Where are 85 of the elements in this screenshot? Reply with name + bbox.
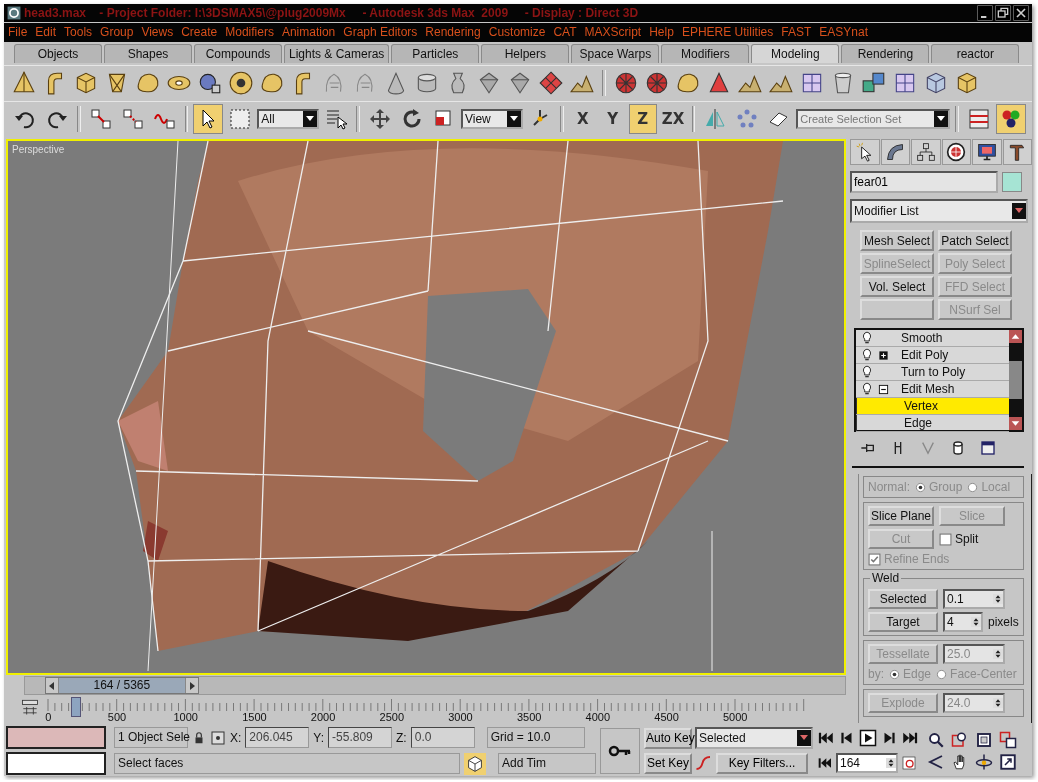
tick-label: 2500 — [378, 711, 405, 724]
menu-item[interactable]: Graph Editors — [343, 25, 418, 40]
axis-button[interactable]: ZX — [658, 103, 687, 134]
coordinate-field[interactable]: 206.045 — [245, 727, 310, 749]
coordinate-label: Z: — [396, 730, 407, 745]
time-slider-thumb[interactable]: 164 / 5365 — [44, 677, 199, 695]
modifier-button[interactable]: Mesh Select — [860, 230, 934, 252]
menu-item[interactable]: Help — [649, 25, 674, 40]
toolbar-tab[interactable]: Space Warps — [571, 44, 660, 64]
window-title: head3.max - Project Folder: I:\3DSMAX5\@plug2009Mx - Autodesk 3ds Max 2009 - Display : Direct 3D — [24, 5, 640, 20]
tick-label: 4500 — [653, 711, 680, 724]
field-label: by: — [868, 667, 884, 682]
rollout-button[interactable]: Target — [868, 612, 938, 633]
menu-item[interactable]: Views — [141, 25, 174, 40]
unit-label: pixels — [988, 615, 1019, 630]
axis-button[interactable]: X — [568, 103, 597, 134]
rollout-button[interactable]: Selected — [868, 589, 938, 610]
checkbox[interactable]: Split — [939, 532, 979, 547]
tick-label: 3500 — [515, 711, 543, 724]
spinner-field[interactable]: 0.1 — [943, 589, 1005, 610]
menu-item[interactable]: EPHERE Utilities — [681, 25, 774, 40]
selection-count-field: 1 Object Sele — [114, 727, 188, 749]
spinner-field[interactable]: 164 — [836, 753, 898, 774]
modifier-stack-item[interactable]: Smooth — [856, 330, 1009, 348]
toolbar-tab[interactable]: Rendering — [841, 44, 930, 64]
toolbar-tab[interactable]: Shapes — [104, 44, 192, 64]
toolbar-tab[interactable]: Modifiers — [661, 44, 750, 64]
menu-item[interactable]: FAST — [781, 25, 812, 40]
toolbar-tab[interactable]: Objects — [14, 44, 102, 64]
tick-label: 500 — [106, 711, 128, 724]
time-slider[interactable]: 164 / 5365 — [24, 676, 846, 696]
toolbar-tab[interactable]: Compounds — [194, 44, 282, 64]
toolbar-tab[interactable]: Lights & Cameras — [284, 44, 390, 64]
axis-button[interactable]: Z — [628, 103, 657, 134]
add-time-tag-field[interactable]: Add Tim — [498, 753, 596, 775]
modifier-list-dropdown[interactable]: Modifier List — [850, 199, 1028, 224]
menu-item[interactable]: Customize — [488, 25, 546, 40]
tick-label: 3000 — [447, 711, 474, 724]
field-label: Normal: — [868, 480, 910, 495]
menu-item[interactable]: Modifiers — [225, 25, 274, 40]
frame-counter: 164 / 5365 — [58, 678, 185, 694]
toolbar-tab[interactable]: reactor — [931, 44, 1020, 64]
tick-label: 0 — [44, 711, 53, 724]
modifier-button[interactable]: Patch Select — [938, 230, 1012, 252]
viewport-label: Perspective — [12, 144, 65, 156]
coordinate-label: Y: — [313, 730, 325, 745]
coordinate-field[interactable]: -55.809 — [328, 727, 393, 749]
spinner-field[interactable]: 4 — [943, 612, 983, 633]
menu-item[interactable]: Group — [100, 25, 134, 40]
menu-item[interactable]: File — [8, 25, 28, 40]
key-filters-button[interactable]: Key Filters... — [716, 752, 808, 774]
modifier-button[interactable]: Vol. Select — [860, 276, 934, 298]
menu-item[interactable]: Rendering — [425, 25, 481, 40]
object-name-field[interactable]: fear01 — [850, 171, 998, 194]
modifier-stack-item[interactable]: Edit Poly — [856, 347, 1009, 365]
menu-item[interactable]: MAXScript — [584, 25, 642, 40]
tick-label: 1500 — [241, 711, 268, 724]
tick-label: 5000 — [721, 711, 749, 724]
dropdown[interactable]: All — [257, 108, 320, 129]
key-mode-dropdown[interactable]: Selected — [695, 727, 813, 750]
modifier-stack-item[interactable]: Vertex — [856, 398, 1009, 416]
tick-label: 4000 — [584, 711, 612, 724]
prompt-field: Select faces — [114, 753, 460, 775]
modifier-stack-item[interactable]: Turn to Poly — [856, 364, 1009, 382]
grid-size-field: Grid = 10.0 — [486, 727, 585, 749]
set-key-button[interactable]: Set Key — [644, 752, 692, 774]
toolbar-tab[interactable]: Modeling — [751, 44, 840, 64]
toolbar-tab[interactable]: Particles — [391, 44, 480, 64]
rollout-button[interactable]: Slice Plane — [868, 506, 934, 527]
menu-item[interactable]: Tools — [64, 25, 93, 40]
coordinate-label: X: — [230, 730, 242, 745]
tick-label: 1000 — [172, 711, 199, 724]
dropdown[interactable]: View — [461, 108, 524, 129]
modifier-stack-item[interactable]: Edge — [856, 415, 1009, 433]
menu-item[interactable]: Edit — [35, 25, 57, 40]
toolbar-tab[interactable]: Helpers — [481, 44, 570, 64]
menu-item[interactable]: EASYnat — [819, 25, 868, 40]
selection-set-dropdown[interactable]: Create Selection Set — [796, 108, 951, 129]
axis-button[interactable]: Y — [598, 103, 627, 134]
selection-set-field[interactable]: Create Selection Set — [798, 112, 935, 125]
menu-item[interactable]: Animation — [281, 25, 336, 40]
menu-item[interactable]: CAT — [553, 25, 577, 40]
tick-label: 2000 — [309, 711, 337, 724]
menu-item[interactable]: Create — [181, 25, 218, 40]
coordinate-field[interactable]: 0.0 — [410, 727, 475, 749]
